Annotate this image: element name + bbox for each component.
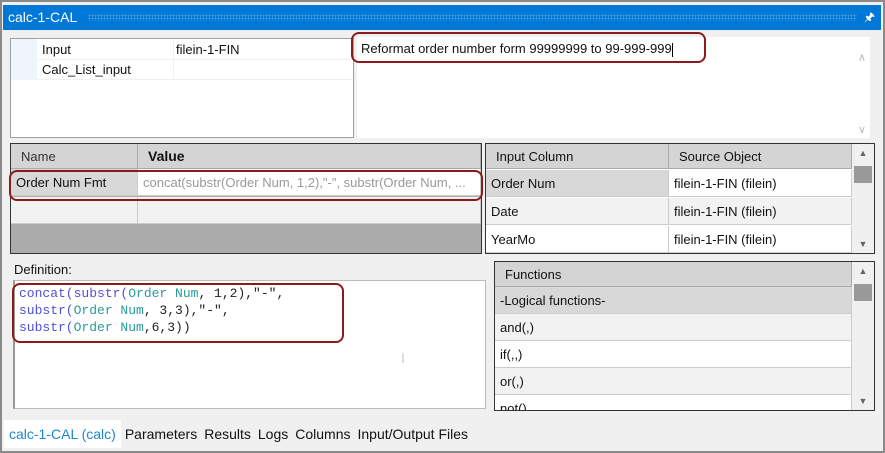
property-gutter bbox=[11, 39, 37, 80]
property-row-calc-list-input[interactable]: Calc_List_input bbox=[37, 60, 353, 80]
column-header-name[interactable]: Name bbox=[11, 144, 138, 169]
code-token: , 3,3),"-", bbox=[143, 303, 230, 318]
code-token: ,6,3)) bbox=[143, 320, 191, 335]
column-header-input-column[interactable]: Input Column bbox=[486, 144, 669, 169]
scroll-up-icon[interactable]: ▲ bbox=[852, 266, 874, 276]
pin-icon[interactable]: 🖈︎ bbox=[864, 5, 875, 30]
input-column-cell[interactable]: YearMo bbox=[486, 226, 669, 253]
code-token: Order Num bbox=[73, 320, 144, 335]
column-header-functions[interactable]: Functions bbox=[495, 262, 852, 287]
title-bar: calc-1-CAL 🖈︎ bbox=[3, 5, 881, 30]
definition-label: Definition: bbox=[14, 262, 72, 277]
input-column-cell[interactable]: Order Num bbox=[486, 170, 669, 197]
code-token: , 1,2),"-", bbox=[198, 286, 285, 301]
function-item[interactable]: and(,) bbox=[495, 314, 852, 341]
code-token: substr( bbox=[19, 320, 74, 335]
code-token: substr( bbox=[73, 286, 129, 301]
property-key: Input bbox=[42, 42, 71, 57]
source-object-cell[interactable]: filein-1-FIN (filein) bbox=[669, 226, 852, 253]
new-row-value-cell[interactable] bbox=[138, 197, 481, 224]
code-token: Order Num bbox=[128, 286, 199, 301]
text-caret bbox=[671, 42, 673, 57]
function-item[interactable]: if(,,) bbox=[495, 341, 852, 368]
definition-line: substr(Order Num,6,3)) bbox=[19, 319, 485, 336]
column-header-source-object[interactable]: Source Object bbox=[669, 144, 852, 169]
tab-results[interactable]: Results bbox=[201, 420, 254, 448]
function-item[interactable]: -Logical functions- bbox=[495, 287, 852, 314]
window-title: calc-1-CAL bbox=[8, 9, 78, 25]
tab-logs[interactable]: Logs bbox=[255, 420, 291, 448]
code-token: concat( bbox=[19, 286, 74, 301]
scrollbar-thumb[interactable] bbox=[854, 166, 872, 183]
scroll-up-icon[interactable]: ▲ bbox=[852, 148, 874, 158]
property-value[interactable]: filein-1-FIN bbox=[173, 40, 240, 60]
input-column-grid: Input Column Source Object Order Num fil… bbox=[485, 143, 875, 254]
tab-columns[interactable]: Columns bbox=[292, 420, 353, 448]
definition-line: concat(substr(Order Num, 1,2),"-", bbox=[19, 285, 485, 302]
scroll-down-icon[interactable]: ▼ bbox=[852, 239, 874, 249]
input-column-cell[interactable]: Date bbox=[486, 198, 669, 225]
tab-calc[interactable]: calc-1-CAL (calc) bbox=[4, 420, 121, 448]
property-grid: Input filein-1-FIN Calc_List_input bbox=[10, 38, 354, 138]
scroll-down-icon[interactable]: ▼ bbox=[852, 396, 874, 406]
text-cursor-icon: I bbox=[401, 350, 405, 366]
scroll-down-icon[interactable]: ∨ bbox=[858, 123, 866, 136]
property-key: Calc_List_input bbox=[42, 62, 131, 77]
functions-scrollbar[interactable]: ▲ ▼ bbox=[852, 262, 874, 410]
new-row-name-cell[interactable] bbox=[11, 197, 138, 224]
tab-parameters[interactable]: Parameters bbox=[122, 420, 200, 448]
calc-grid: Name Value Order Num Fmt concat(substr(O… bbox=[10, 143, 482, 254]
code-token: substr( bbox=[19, 303, 74, 318]
property-value[interactable] bbox=[173, 60, 176, 80]
function-item[interactable]: not() bbox=[495, 395, 852, 410]
function-item[interactable]: or(,) bbox=[495, 368, 852, 395]
description-text: Reformat order number form 99999999 to 9… bbox=[361, 41, 672, 56]
tab-input-output-files[interactable]: Input/Output Files bbox=[355, 420, 472, 448]
source-object-cell[interactable]: filein-1-FIN (filein) bbox=[669, 170, 852, 197]
functions-grid: Functions -Logical functions- and(,) if(… bbox=[494, 261, 875, 411]
calc-name-cell[interactable]: Order Num Fmt bbox=[11, 169, 138, 196]
property-row-input[interactable]: Input filein-1-FIN bbox=[37, 40, 353, 60]
definition-editor[interactable]: concat(substr(Order Num, 1,2),"-", substr… bbox=[13, 280, 486, 409]
code-token: Order Num bbox=[73, 303, 144, 318]
calc-value-cell[interactable]: concat(substr(Order Num, 1,2),"-", subst… bbox=[138, 169, 481, 196]
bottom-tabs: calc-1-CAL (calc) Parameters Results Log… bbox=[4, 420, 472, 448]
column-header-value[interactable]: Value bbox=[138, 144, 481, 169]
scrollbar-thumb[interactable] bbox=[854, 284, 872, 301]
input-grid-scrollbar[interactable]: ▲ ▼ bbox=[852, 144, 874, 253]
description-textarea[interactable]: Reformat order number form 99999999 to 9… bbox=[357, 37, 870, 138]
definition-line: substr(Order Num, 3,3),"-", bbox=[19, 302, 485, 319]
source-object-cell[interactable]: filein-1-FIN (filein) bbox=[669, 198, 852, 225]
title-grip bbox=[88, 14, 857, 21]
scroll-up-icon[interactable]: ∧ bbox=[858, 51, 866, 64]
